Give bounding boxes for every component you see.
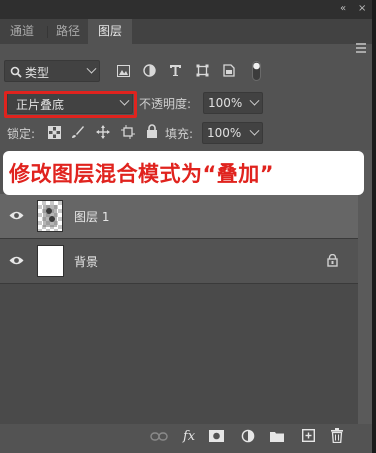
panel-header-strip: « ×: [0, 0, 372, 19]
collapse-panel-button[interactable]: «: [340, 3, 346, 15]
opacity-value: 100%: [208, 96, 243, 110]
lock-image-pixels-icon[interactable]: [71, 125, 85, 139]
layer-style-fx-icon[interactable]: fx: [183, 429, 195, 444]
layers-footer: fx: [0, 424, 372, 453]
fill-value: 100%: [207, 126, 242, 140]
type-filter-icon[interactable]: [169, 64, 182, 77]
layer-row[interactable]: 背景: [0, 239, 358, 283]
chevron-down-icon: [249, 95, 260, 106]
lock-all-icon[interactable]: [146, 124, 158, 139]
filter-kind-label: 类型: [25, 66, 50, 80]
new-adjustment-layer-icon[interactable]: [241, 429, 255, 443]
blend-mode-highlight-box: [4, 91, 137, 118]
lock-transparent-pixels-icon[interactable]: [48, 126, 61, 139]
callout-text: 修改图层混合模式为“叠加”: [9, 162, 275, 186]
instruction-callout: 修改图层混合模式为“叠加”: [3, 151, 364, 195]
fill-label: 填充:: [165, 127, 194, 141]
opacity-label: 不透明度:: [139, 97, 192, 111]
image-filter-icon[interactable]: [117, 65, 130, 77]
eye-icon: [9, 211, 24, 220]
row-divider: [0, 283, 358, 284]
opacity-field[interactable]: 100%: [203, 92, 263, 114]
layer-name[interactable]: 背景: [74, 253, 98, 270]
chevron-down-icon: [249, 125, 260, 136]
link-layers-icon[interactable]: [150, 431, 168, 442]
new-layer-icon[interactable]: [302, 429, 315, 442]
layer-thumbnail: [37, 245, 64, 277]
tab-layers[interactable]: 图层: [88, 19, 133, 44]
layer-thumbnail: [37, 200, 63, 232]
panel-tab-bar: 通道 路径 图层: [0, 19, 372, 53]
layer-row[interactable]: 图层 1: [0, 194, 358, 238]
layer-content-preview-icon: [43, 205, 57, 227]
chevron-down-icon: [86, 63, 97, 74]
search-icon: [10, 66, 22, 78]
prevent-auto-nesting-icon[interactable]: [121, 125, 135, 139]
lock-fill-row: 锁定: 填充: 100%: [0, 121, 358, 145]
lock-icon: [327, 254, 338, 267]
filter-toggle-icon[interactable]: [252, 61, 261, 81]
close-panel-button[interactable]: ×: [358, 3, 366, 15]
layers-panel: « × 通道 路径 图层 类型 正片叠底 不透明度: 100% 锁定: 填充: …: [0, 0, 372, 453]
adjustment-filter-icon[interactable]: [143, 64, 156, 77]
tab-paths[interactable]: 路径: [48, 19, 88, 44]
fill-field[interactable]: 100%: [202, 122, 263, 144]
filter-kind-dropdown[interactable]: 类型: [4, 60, 100, 82]
add-mask-icon[interactable]: [209, 430, 224, 442]
visibility-toggle[interactable]: [0, 239, 32, 283]
lock-position-icon[interactable]: [96, 125, 110, 139]
shape-filter-icon[interactable]: [196, 64, 209, 77]
delete-layer-icon[interactable]: [331, 428, 343, 443]
new-group-icon[interactable]: [270, 431, 284, 442]
lock-label: 锁定:: [7, 127, 36, 141]
tab-channels[interactable]: 通道: [2, 19, 42, 44]
layers-list: 图层 1 背景: [0, 194, 358, 424]
visibility-toggle[interactable]: [0, 194, 32, 238]
layer-name[interactable]: 图层 1: [74, 208, 109, 225]
eye-icon: [9, 256, 24, 265]
smart-object-filter-icon[interactable]: [223, 64, 235, 77]
layer-filter-row: 类型: [0, 56, 358, 86]
